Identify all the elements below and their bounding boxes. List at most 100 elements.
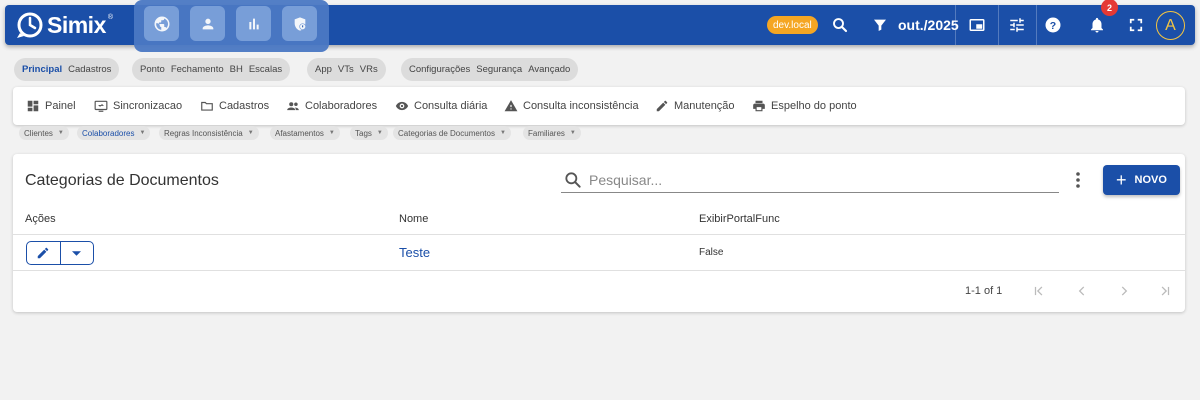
caret-down-icon: ▼ [499, 130, 506, 136]
subtab-tags[interactable]: Tags ▼ [350, 126, 388, 140]
nav-painel-label: Painel [45, 100, 76, 112]
section-avancado[interactable]: Avançado [528, 64, 570, 75]
fullscreen-icon [1129, 18, 1143, 32]
section-vts[interactable]: VTs [338, 64, 354, 75]
nav-colaboradores[interactable]: Colaboradores [285, 98, 377, 114]
shield-icon [294, 16, 306, 31]
nav-painel[interactable]: Painel [25, 98, 76, 114]
printer-icon [751, 98, 767, 114]
section-group-config: Configurações Segurança Avançado [401, 58, 579, 81]
nav-consulta-diaria[interactable]: Consulta diária [394, 98, 487, 114]
previous-page-button[interactable] [1074, 283, 1090, 299]
cell-exibir: False [699, 247, 724, 258]
nav-consulta-diaria-label: Consulta diária [414, 100, 488, 112]
section-app[interactable]: App [315, 64, 332, 75]
section-configuracoes[interactable]: Configurações [409, 64, 470, 75]
pencil-icon [38, 247, 49, 259]
help-button[interactable]: ? [1043, 15, 1063, 35]
nav-cadastros[interactable]: Cadastros [199, 98, 269, 114]
module-chart-button[interactable] [236, 6, 271, 41]
nav-consulta-inconsistencia[interactable]: Consulta inconsistência [503, 98, 639, 114]
section-group-principal: Principal Cadastros [14, 58, 120, 81]
registered-mark: ® [107, 14, 114, 21]
subtab-categorias-label: Categorias de Documentos [398, 128, 495, 138]
section-group-ponto: Ponto Fechamento BH Escalas [132, 58, 291, 81]
more-options-button[interactable] [1071, 171, 1085, 189]
section-seguranca[interactable]: Segurança [476, 64, 522, 75]
cell-nome[interactable]: Teste [399, 245, 430, 260]
app-name: Simix [47, 11, 106, 38]
bell-icon [1091, 17, 1103, 33]
bar-chart-icon [248, 18, 259, 29]
nav-manutencao[interactable]: Manutenção [654, 98, 735, 114]
fullscreen-button[interactable] [1126, 15, 1146, 35]
first-page-button[interactable] [1031, 283, 1047, 299]
top-app-bar: Simix ® dev.local out./2025 ? 2 A [5, 0, 1195, 52]
new-button[interactable]: + NOVO [1103, 165, 1180, 195]
subtab-familiares-label: Familiares [528, 128, 565, 138]
module-security-button[interactable] [282, 6, 317, 41]
nav-manutencao-label: Manutenção [674, 100, 735, 112]
folder-icon [199, 98, 215, 114]
subtab-familiares[interactable]: Familiares ▼ [523, 126, 581, 140]
caret-down-icon: ▼ [328, 130, 335, 136]
eye-icon [394, 98, 410, 114]
section-vrs[interactable]: VRs [360, 64, 378, 75]
last-page-icon [1161, 286, 1170, 296]
clock-logo-icon [17, 12, 43, 38]
column-header-nome[interactable]: Nome [399, 213, 428, 225]
search-button[interactable] [830, 15, 850, 35]
app-logo[interactable]: Simix ® [16, 10, 113, 40]
module-person-button[interactable] [190, 6, 225, 41]
row-actions-dropdown[interactable] [61, 242, 94, 264]
notification-count-badge: 2 [1101, 0, 1118, 16]
subtab-regras[interactable]: Regras Inconsistência ▼ [159, 126, 259, 140]
picture-in-picture-button[interactable] [967, 15, 987, 35]
environment-badge: dev.local [767, 16, 818, 34]
subtab-colaboradores[interactable]: Colaboradores ▼ [77, 126, 151, 140]
new-button-label: NOVO [1134, 174, 1167, 186]
row-action-split-button [26, 241, 94, 265]
section-principal[interactable]: Principal [22, 64, 62, 75]
nav-sincronizacao-label: Sincronizacao [113, 100, 183, 112]
section-fechamento[interactable]: Fechamento [171, 64, 224, 75]
column-header-exibir[interactable]: ExibirPortalFunc [699, 213, 780, 225]
subtab-afastamentos-label: Afastamentos [275, 128, 324, 138]
filter-button[interactable] [870, 15, 890, 35]
nav-sincronizacao[interactable]: Sincronizacao [93, 98, 182, 114]
caret-down-icon: ▼ [569, 130, 576, 136]
next-page-button[interactable] [1116, 283, 1132, 299]
last-page-button[interactable] [1157, 283, 1173, 299]
pagination-range: 1-1 of 1 [965, 285, 1003, 297]
nav-espelho[interactable]: Espelho do ponto [751, 98, 857, 114]
pencil-icon [654, 98, 670, 114]
nav-consulta-inconsistencia-label: Consulta inconsistência [523, 100, 639, 112]
help-icon: ? [1045, 17, 1061, 33]
notifications-button[interactable] [1087, 15, 1107, 35]
subtab-afastamentos[interactable]: Afastamentos ▼ [270, 126, 340, 140]
period-selector[interactable]: out./2025 [898, 15, 959, 35]
section-group-app: App VTs VRs [307, 58, 386, 81]
user-avatar[interactable]: A [1156, 11, 1185, 40]
section-bh[interactable]: BH [230, 64, 243, 75]
search-icon [565, 172, 581, 188]
dashboard-icon [25, 98, 41, 114]
svg-text:?: ? [1050, 20, 1056, 32]
picture-in-picture-icon [969, 19, 985, 31]
edit-button[interactable] [27, 242, 61, 264]
section-ponto[interactable]: Ponto [140, 64, 165, 75]
caret-down-icon: ▼ [376, 130, 383, 136]
section-cadastros[interactable]: Cadastros [68, 64, 111, 75]
person-icon [202, 18, 213, 29]
subtab-categorias[interactable]: Categorias de Documentos ▼ [393, 126, 511, 140]
subtab-clientes[interactable]: Clientes ▼ [19, 126, 69, 140]
filter-icon [874, 19, 886, 31]
more-vert-icon [1076, 172, 1080, 188]
settings-sliders-button[interactable] [1007, 15, 1027, 35]
module-globe-button[interactable] [144, 6, 179, 41]
people-icon [285, 98, 301, 114]
search-icon [833, 18, 848, 33]
section-escalas[interactable]: Escalas [249, 64, 282, 75]
search-input[interactable] [589, 172, 1049, 188]
subtab-tags-label: Tags [355, 128, 372, 138]
